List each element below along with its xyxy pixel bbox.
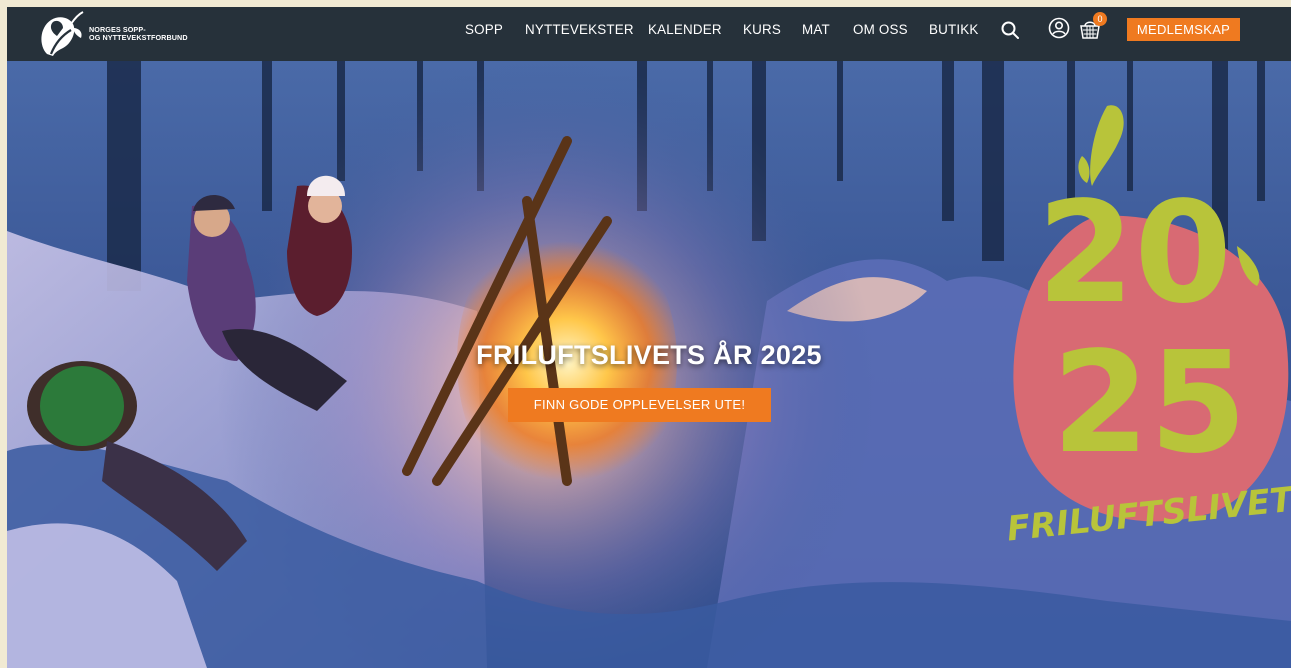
site-header: NORGES SOPP- OG NYTTEVEKSTFORBUND SOPP N… — [7, 7, 1291, 61]
search-icon[interactable] — [1000, 20, 1020, 40]
nav-item-butikk[interactable]: BUTIKK — [929, 22, 979, 38]
hero-cta-button[interactable]: FINN GODE OPPLEVELSER UTE! — [508, 388, 771, 422]
leaf-mushroom-logo-icon — [41, 11, 84, 56]
cart-count-badge: 0 — [1093, 12, 1107, 26]
badge-year-top: 20 — [1037, 172, 1232, 335]
nav-item-kalender[interactable]: KALENDER — [648, 22, 722, 38]
hero-banner: 20 25 FRILUFTSLIVETS ÅR FRILUFTSLIVETS Å… — [7, 61, 1291, 668]
logo-text: NORGES SOPP- OG NYTTEVEKSTFORBUND — [89, 25, 188, 43]
nav-item-om-oss[interactable]: OM OSS — [853, 22, 908, 38]
logo-link[interactable]: NORGES SOPP- OG NYTTEVEKSTFORBUND — [37, 7, 188, 61]
nav-item-nyttevekster[interactable]: NYTTEVEKSTER — [525, 22, 634, 38]
nav-item-sopp[interactable]: SOPP — [465, 22, 503, 38]
page-frame: NORGES SOPP- OG NYTTEVEKSTFORBUND SOPP N… — [7, 7, 1291, 668]
nav-item-mat[interactable]: MAT — [802, 22, 830, 38]
hero-title: FRILUFTSLIVETS ÅR 2025 — [476, 340, 822, 370]
nav-item-kurs[interactable]: KURS — [743, 22, 781, 38]
user-icon[interactable] — [1048, 17, 1070, 39]
logo-name-line2: OG NYTTEVEKSTFORBUND — [89, 33, 188, 42]
badge-year-graphic: 20 25 FRILUFTSLIVETS ÅR — [1007, 172, 1291, 541]
membership-button[interactable]: MEDLEMSKAP — [1127, 18, 1240, 41]
